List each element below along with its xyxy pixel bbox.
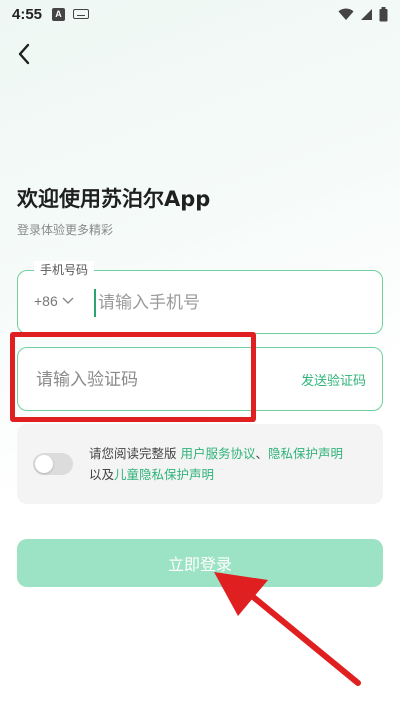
wifi-icon [338, 8, 354, 20]
signal-icon [361, 8, 372, 20]
privacy-policy-link[interactable]: 隐私保护声明 [268, 446, 343, 461]
status-system-icons [338, 6, 388, 22]
battery-icon [379, 6, 388, 21]
chevron-left-icon [18, 43, 30, 65]
agreement-prefix: 请您阅读完整版 [89, 446, 181, 461]
children-privacy-link[interactable]: 儿童隐私保护声明 [114, 467, 214, 482]
welcome-subtitle: 登录体验更多精彩 [17, 223, 114, 237]
agreement-and: 以及 [89, 467, 115, 482]
chevron-down-icon [62, 297, 74, 304]
country-code-value: +86 [34, 293, 58, 309]
agreement-toggle[interactable] [33, 453, 73, 475]
phone-input[interactable] [94, 289, 364, 317]
phone-field: 手机号码 +86 [17, 261, 383, 334]
agreement-panel: 请您阅读完整版 用户服务协议、隐私保护声明 以及儿童隐私保护声明 [17, 424, 383, 504]
welcome-title: 欢迎使用苏泊尔App [17, 187, 211, 211]
highlight-box [10, 332, 256, 422]
status-time: 4:55 [12, 5, 43, 23]
phone-field-label: 手机号码 [34, 261, 95, 278]
country-code-selector[interactable]: +86 [34, 293, 74, 309]
agreement-text: 请您阅读完整版 用户服务协议、隐私保护声明 以及儿童隐私保护声明 [89, 443, 374, 485]
back-button[interactable] [10, 40, 38, 68]
agreement-separator: 、 [255, 446, 269, 461]
notification-a-icon: A [52, 7, 66, 21]
status-notification-icons: A [52, 7, 90, 21]
toggle-knob [35, 455, 53, 473]
status-bar: 4:55 A [0, 0, 400, 28]
send-code-button[interactable]: 发送验证码 [301, 370, 366, 389]
user-agreement-link[interactable]: 用户服务协议 [180, 446, 255, 461]
login-button[interactable]: 立即登录 [17, 539, 383, 587]
keyboard-icon [73, 9, 90, 19]
